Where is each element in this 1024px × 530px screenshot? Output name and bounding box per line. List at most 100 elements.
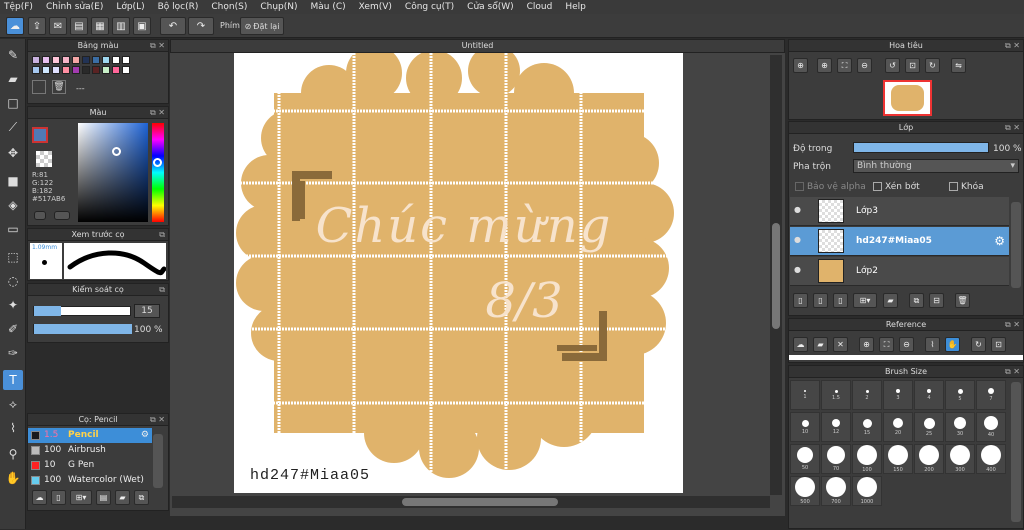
ref-dropper-icon[interactable]: ⌇ <box>925 337 940 352</box>
lock-checkbox[interactable] <box>949 182 958 191</box>
panel-controls-icon[interactable]: ⧉ <box>159 229 165 241</box>
new-page-icon[interactable] <box>32 80 46 94</box>
merge-layer-icon[interactable]: ⊟ <box>929 293 944 308</box>
artboard[interactable]: Chúc mừng 8/3 hd247#Miaa05 <box>234 53 683 493</box>
brush-size-cell[interactable]: 400 <box>976 444 1006 474</box>
brush-size-cell[interactable]: 3 <box>883 380 913 410</box>
add-layer-icon[interactable]: ⊞▾ <box>853 293 877 308</box>
brush-size-cell[interactable]: 700 <box>821 476 851 506</box>
brush-size-cell[interactable]: 30 <box>945 412 975 442</box>
hue-cursor[interactable] <box>153 158 162 167</box>
copy-brush-icon[interactable]: ⧉ <box>134 490 149 505</box>
ref-close-icon[interactable]: ✕ <box>833 337 848 352</box>
palette-swatch[interactable] <box>52 66 60 74</box>
palette-swatch[interactable] <box>42 66 50 74</box>
brush-size-cell[interactable]: 50 <box>790 444 820 474</box>
reset-button[interactable]: ⊘ Đặt lại <box>240 17 284 35</box>
rotate-left-icon[interactable]: ↺ <box>885 58 900 73</box>
brush-size-cell[interactable]: 100 <box>852 444 882 474</box>
rect-select-icon[interactable]: □ <box>3 93 23 113</box>
palette-swatch[interactable] <box>72 66 80 74</box>
palette-swatch[interactable] <box>112 56 120 64</box>
panel-controls-icon[interactable]: ⧉ ✕ <box>150 40 165 52</box>
select-eraser-icon[interactable]: ✑ <box>3 343 23 363</box>
gear-icon[interactable]: ⚙ <box>141 428 149 443</box>
zoom-out-icon[interactable]: ⊖ <box>857 58 872 73</box>
ref-rotate-icon[interactable]: ↻ <box>971 337 986 352</box>
brush-size-cell[interactable]: 70 <box>821 444 851 474</box>
palette-swatch[interactable] <box>82 56 90 64</box>
menu-tools[interactable]: Công cụ(T) <box>405 2 454 12</box>
panel-controls-icon[interactable]: ⧉ ✕ <box>1005 319 1020 331</box>
ref-zoom-in-icon[interactable]: ⊕ <box>859 337 874 352</box>
palette-swatch[interactable] <box>112 66 120 74</box>
menu-select[interactable]: Chọn(S) <box>211 2 247 12</box>
chat-icon[interactable]: ✉ <box>49 17 67 35</box>
palette-swatch[interactable] <box>62 56 70 64</box>
palette-swatch[interactable] <box>102 56 110 64</box>
hand-icon[interactable]: ✋ <box>3 468 23 488</box>
palette-swatch[interactable] <box>52 56 60 64</box>
ref-hand-icon[interactable]: ✋ <box>945 337 960 352</box>
brush-size-cell[interactable]: 2 <box>852 380 882 410</box>
new-layer3-icon[interactable]: ▯ <box>833 293 848 308</box>
share-icon[interactable]: ⇪ <box>28 17 46 35</box>
menu-file[interactable]: Tệp(F) <box>4 2 33 12</box>
brush-row[interactable]: 100 Airbrush <box>28 443 152 458</box>
brush-stroke-icon[interactable]: ⟋ <box>3 117 23 137</box>
brush-list-scrollbar[interactable] <box>153 434 163 488</box>
palette-swatch[interactable] <box>42 56 50 64</box>
palette-swatch[interactable] <box>82 66 90 74</box>
vertical-scrollbar[interactable] <box>770 55 782 495</box>
menu-capture[interactable]: Chụp(N) <box>260 2 297 12</box>
vertical-scroll-thumb[interactable] <box>772 223 780 329</box>
background-color-swatch[interactable] <box>36 151 52 167</box>
menu-window[interactable]: Cửa sổ(W) <box>467 2 513 12</box>
brush-size-cell[interactable]: 300 <box>945 444 975 474</box>
palette-swatch[interactable] <box>62 66 70 74</box>
brush-size-cell[interactable]: 7 <box>976 380 1006 410</box>
palette-swatch[interactable] <box>122 56 130 64</box>
palette-swatch[interactable] <box>32 66 40 74</box>
menu-cloud[interactable]: Cloud <box>527 2 553 12</box>
brush-size-cell[interactable]: 5 <box>945 380 975 410</box>
add-brush-icon[interactable]: ⊞▾ <box>70 490 92 505</box>
color-option2-icon[interactable] <box>54 211 70 220</box>
gear-icon[interactable]: ⚙ <box>994 234 1005 248</box>
palette-swatch[interactable] <box>122 66 130 74</box>
layer-scrollbar[interactable] <box>1011 202 1021 288</box>
panel-controls-icon[interactable]: ⧉ ✕ <box>150 414 165 426</box>
operation-icon[interactable]: ⟡ <box>3 394 23 414</box>
brush-row[interactable]: 100 Watercolor (Wet) <box>28 473 152 488</box>
brush-opacity-slider[interactable] <box>33 324 132 334</box>
brush-size-cell[interactable]: 10 <box>790 412 820 442</box>
menu-view[interactable]: Xem(V) <box>359 2 392 12</box>
brush-size-value[interactable]: 15 <box>134 304 160 318</box>
brush-row[interactable]: 1.5 Pencil ⚙ <box>28 428 152 443</box>
menu-filter[interactable]: Bộ lọc(R) <box>158 2 199 12</box>
layer-opacity-slider[interactable] <box>853 142 989 153</box>
panel-controls-icon[interactable]: ⧉ ✕ <box>1005 366 1020 378</box>
ref-reset-icon[interactable]: ⊡ <box>991 337 1006 352</box>
delete-layer-icon[interactable]: 🗑 <box>955 293 970 308</box>
palette-swatch[interactable] <box>92 56 100 64</box>
brush-settings-icon[interactable]: ▤ <box>96 490 111 505</box>
eyedropper-icon[interactable]: ⚲ <box>3 444 23 464</box>
menu-edit[interactable]: Chỉnh sửa(E) <box>46 2 103 12</box>
saturation-value-picker[interactable] <box>78 123 148 222</box>
text-icon[interactable]: T <box>3 370 23 390</box>
new-layer-icon[interactable]: ▯ <box>793 293 808 308</box>
navigator-thumbnail[interactable] <box>883 80 932 116</box>
brush-size-cell[interactable]: 1 <box>790 380 820 410</box>
palette-swatch[interactable] <box>92 66 100 74</box>
cloud-icon[interactable]: ☁ <box>6 17 24 35</box>
brush-size-cell[interactable]: 1000 <box>852 476 882 506</box>
palette-swatch[interactable] <box>72 56 80 64</box>
palette-swatch[interactable] <box>102 66 110 74</box>
new-layer2-icon[interactable]: ▯ <box>813 293 828 308</box>
eye-icon[interactable]: ● <box>794 235 801 244</box>
protect-alpha-checkbox[interactable] <box>795 182 804 191</box>
foreground-color-swatch[interactable] <box>32 127 48 143</box>
comment-icon[interactable]: ▤ <box>70 17 88 35</box>
zoom-in-icon[interactable]: ⊕ <box>817 58 832 73</box>
